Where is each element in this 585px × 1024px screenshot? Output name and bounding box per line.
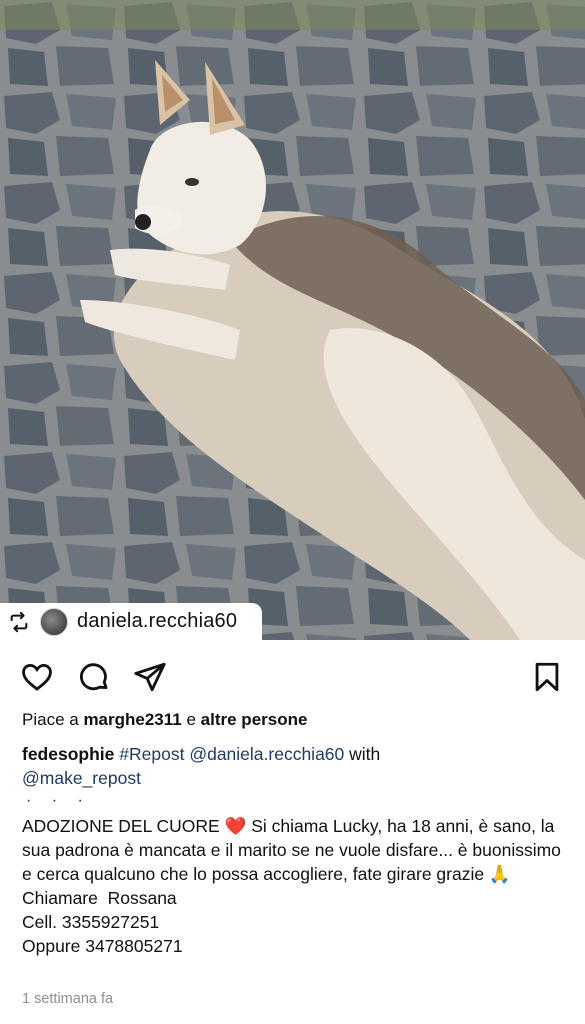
post-caption: fedesophie #Repost @daniela.recchia60 wi… [22, 742, 562, 958]
bookmark-icon[interactable] [530, 660, 564, 694]
likes-summary[interactable]: Piace a marghe2311 e altre persone [22, 710, 307, 730]
dog-photo-illustration [0, 0, 585, 640]
likes-middle: e [186, 710, 196, 729]
liked-by-user[interactable]: marghe2311 [83, 710, 181, 729]
caption-phone-1: Cell. 3355927251 [22, 912, 160, 932]
caption-phone-2: Oppure 3478805271 [22, 936, 183, 956]
action-bar [0, 652, 585, 700]
post-photo-dog[interactable]: daniela.recchia60 [0, 0, 585, 640]
likes-prefix: Piace a [22, 710, 79, 729]
repost-icon [8, 611, 30, 633]
mention-daniela[interactable]: @daniela.recchia60 [189, 744, 344, 764]
comment-icon[interactable] [77, 660, 111, 694]
send-icon[interactable] [133, 660, 167, 694]
caption-author[interactable]: fedesophie [22, 744, 114, 764]
heart-icon[interactable] [20, 660, 54, 694]
avatar[interactable] [40, 607, 68, 636]
caption-with: with [349, 744, 381, 764]
liked-by-others[interactable]: altre persone [201, 710, 308, 729]
repost-username[interactable]: daniela.recchia60 [77, 610, 237, 633]
repost-attribution[interactable]: daniela.recchia60 [0, 603, 262, 640]
mention-make-repost[interactable]: @make_repost [22, 768, 141, 788]
caption-contact-name: Chiamare Rossana [22, 888, 177, 908]
caption-text: ADOZIONE DEL CUORE ❤️ Si chiama Lucky, h… [22, 816, 561, 884]
caption-dots: · · · [26, 792, 91, 809]
hashtag-repost[interactable]: #Repost [119, 744, 184, 764]
post-timestamp: 1 settimana fa [22, 991, 114, 1007]
